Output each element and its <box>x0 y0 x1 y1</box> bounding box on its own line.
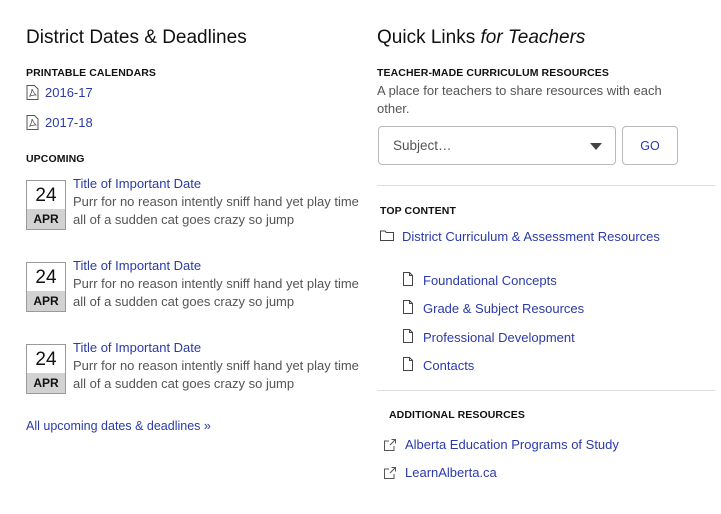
curriculum-resources-label: TEACHER-MADE CURRICULUM RESOURCES <box>377 67 609 79</box>
event-item: 24 APR Title of Important Date Purr for … <box>26 176 359 240</box>
folder-item-label: District Curriculum & Assessment Resourc… <box>402 229 660 244</box>
divider <box>377 185 715 186</box>
date-month: APR <box>27 291 65 311</box>
folder-item-district-curriculum[interactable]: District Curriculum & Assessment Resourc… <box>380 227 680 246</box>
additional-resources-label: ADDITIONAL RESOURCES <box>389 409 525 421</box>
subject-select-value: Subject… <box>393 138 452 153</box>
date-day: 24 <box>35 185 57 206</box>
external-link-icon <box>384 466 396 479</box>
page-icon <box>403 272 413 286</box>
event-title-link[interactable]: Title of Important Date <box>73 258 201 273</box>
page-item-contacts[interactable]: Contacts <box>401 356 474 375</box>
page-item-label: Professional Development <box>423 330 575 345</box>
date-day: 24 <box>35 349 57 370</box>
external-link-icon <box>384 438 396 451</box>
calendar-link-2016-17[interactable]: 2016-17 <box>26 85 93 100</box>
go-button[interactable]: GO <box>622 126 678 165</box>
caret-down-icon <box>590 143 602 150</box>
external-link-learnalberta[interactable]: LearnAlberta.ca <box>383 465 497 480</box>
date-month: APR <box>27 373 65 393</box>
external-link-alberta-education[interactable]: Alberta Education Programs of Study <box>383 437 619 452</box>
external-link-label: Alberta Education Programs of Study <box>405 437 619 452</box>
page-item-label: Contacts <box>423 358 475 373</box>
page-item-label: Foundational Concepts <box>423 273 557 288</box>
event-description: Purr for no reason intently sniff hand y… <box>73 358 359 391</box>
date-day: 24 <box>35 267 57 288</box>
top-content-label: TOP CONTENT <box>380 205 456 217</box>
calendar-link-label: 2016-17 <box>45 85 93 100</box>
pdf-icon <box>26 85 39 100</box>
event-description: Purr for no reason intently sniff hand y… <box>73 194 359 227</box>
calendar-link-2017-18[interactable]: 2017-18 <box>26 115 93 130</box>
page-icon <box>403 329 413 343</box>
folder-icon <box>380 230 394 241</box>
event-title-link[interactable]: Title of Important Date <box>73 340 201 355</box>
all-upcoming-dates-link[interactable]: All upcoming dates & deadlines » <box>26 419 211 433</box>
date-badge: 24 APR <box>26 344 66 394</box>
event-description: Purr for no reason intently sniff hand y… <box>73 276 359 309</box>
date-badge: 24 APR <box>26 262 66 312</box>
calendar-link-label: 2017-18 <box>45 115 93 130</box>
curriculum-description: A place for teachers to share resources … <box>377 83 662 116</box>
divider <box>377 390 715 391</box>
page-item-professional-development[interactable]: Professional Development <box>401 328 575 347</box>
event-item: 24 APR Title of Important Date Purr for … <box>26 340 359 404</box>
external-link-label: LearnAlberta.ca <box>405 465 497 480</box>
district-heading: District Dates & Deadlines <box>26 27 247 48</box>
upcoming-label: UPCOMING <box>26 153 85 165</box>
printable-calendars-label: PRINTABLE CALENDARS <box>26 67 157 79</box>
date-month: APR <box>27 209 65 229</box>
subject-select[interactable]: Subject… <box>378 126 616 165</box>
page-icon <box>403 300 413 314</box>
event-title-link[interactable]: Title of Important Date <box>73 176 201 191</box>
quick-links-heading-main: Quick Links <box>377 27 476 48</box>
page-icon <box>403 357 413 371</box>
date-badge: 24 APR <box>26 180 66 230</box>
page-item-foundational-concepts[interactable]: Foundational Concepts <box>401 271 557 290</box>
quick-links-heading-em: for Teachers <box>480 27 586 48</box>
page-item-label: Grade & Subject Resources <box>423 301 585 316</box>
pdf-icon <box>26 115 39 130</box>
event-item: 24 APR Title of Important Date Purr for … <box>26 258 359 322</box>
quick-links-heading: Quick Links for Teachers <box>377 27 585 49</box>
page-item-grade-subject-resources[interactable]: Grade & Subject Resources <box>401 299 584 318</box>
